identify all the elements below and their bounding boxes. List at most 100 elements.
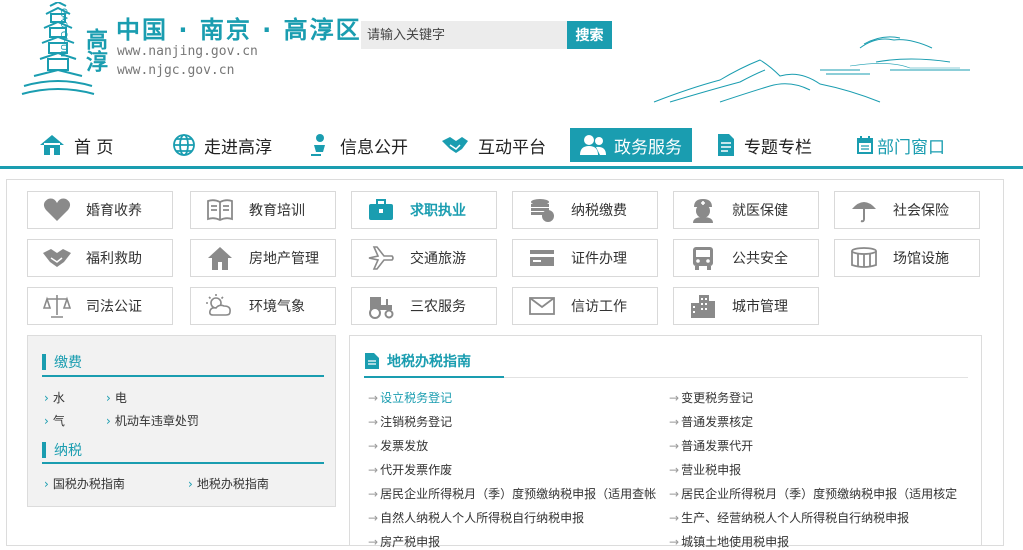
guide-link[interactable]: → 房产税申报	[368, 533, 658, 550]
nav-label: 互动平台	[478, 137, 546, 158]
service-label: 司法公证	[86, 299, 142, 315]
tax-link-local-tax-guide[interactable]: › 地税办税指南	[188, 475, 269, 492]
stadium-icon	[851, 247, 877, 268]
nav-interaction[interactable]: 互动平台	[440, 128, 546, 162]
link-label: 居民企业所得税月（季）度预缴纳税申报（适用查帐	[380, 487, 657, 501]
service-tile-public-safety[interactable]: 公共安全	[673, 239, 819, 277]
tractor-icon	[369, 297, 394, 319]
guide-link[interactable]: → 居民企业所得税月（季）度预缴纳税申报（适用核定	[669, 485, 959, 502]
service-label: 婚育收养	[86, 203, 142, 219]
guide-link[interactable]: → 普通发票核定	[669, 413, 959, 430]
guide-link[interactable]: → 城镇土地使用税申报	[669, 533, 959, 550]
service-tile-petitions[interactable]: 信访工作	[512, 287, 658, 325]
section-title-tax: 纳税	[42, 440, 82, 460]
service-tile-social-insurance[interactable]: 社会保险	[834, 191, 980, 229]
guide-link[interactable]: → 居民企业所得税月（季）度预缴纳税申报（适用查帐	[368, 485, 658, 502]
site-url-gaochun[interactable]: www.njgc.gov.cn	[117, 63, 234, 78]
guide-link[interactable]: → 发票发放	[368, 437, 658, 454]
guide-link[interactable]: → 普通发票代开	[669, 437, 959, 454]
service-label: 就医保健	[732, 203, 788, 219]
link-label: 水	[52, 391, 65, 405]
person-info-icon	[311, 134, 325, 156]
fee-link-water[interactable]: › 水	[44, 389, 65, 406]
book-icon	[207, 199, 233, 222]
nav-info-disclosure[interactable]: 信息公开	[308, 128, 408, 162]
document-icon	[365, 353, 379, 369]
calendar-icon	[857, 136, 873, 154]
buildings-icon	[691, 295, 715, 318]
service-tile-employment[interactable]: 求职执业	[351, 191, 497, 229]
guide-link[interactable]: → 变更税务登记	[669, 389, 959, 406]
search-input[interactable]	[361, 21, 567, 49]
section-divider	[42, 462, 324, 464]
nav-label: 部门窗口	[877, 137, 945, 158]
nav-home[interactable]: 首 页	[38, 128, 113, 162]
search-button[interactable]: 搜索	[567, 21, 612, 49]
airplane-icon	[368, 246, 394, 270]
link-label: 居民企业所得税月（季）度预缴纳税申报（适用核定	[681, 487, 958, 501]
section-divider	[42, 375, 324, 377]
guide-link[interactable]: → 设立税务登记	[368, 389, 658, 406]
service-tile-real-estate[interactable]: 房地产管理	[190, 239, 336, 277]
nav-government-services[interactable]: 政务服务	[570, 128, 692, 162]
nav-divider	[0, 166, 1023, 169]
guide-link[interactable]: → 自然人纳税人个人所得税自行纳税申报	[368, 509, 658, 526]
fee-link-gas[interactable]: › 气	[44, 412, 65, 429]
nav-label: 专题专栏	[744, 137, 812, 158]
site-title[interactable]: 中国 · 南京 · 高淳区	[116, 10, 362, 45]
link-label: 地税办税指南	[196, 477, 269, 491]
heart-icon	[43, 198, 71, 221]
section-marker	[42, 442, 46, 458]
service-label: 三农服务	[410, 299, 466, 315]
logo-pinyin: GAO CHUN	[58, 8, 68, 58]
service-tile-transport-travel[interactable]: 交通旅游	[351, 239, 497, 277]
link-label: 电	[114, 391, 127, 405]
link-label: 国税办税指南	[52, 477, 125, 491]
service-tile-certificates[interactable]: 证件办理	[512, 239, 658, 277]
service-label: 求职执业	[410, 203, 466, 219]
tab-underline	[364, 376, 504, 378]
link-label: 生产、经营纳税人个人所得税自行纳税申报	[681, 511, 910, 525]
link-label: 机动车违章处罚	[114, 414, 199, 428]
tab-local-tax-guide[interactable]: 地税办税指南	[364, 346, 471, 376]
service-label: 教育培训	[249, 203, 305, 219]
link-label: 气	[52, 414, 65, 428]
link-label: 设立税务登记	[380, 391, 453, 405]
service-label: 福利救助	[86, 251, 142, 267]
nav-label: 政务服务	[614, 137, 682, 158]
link-label: 普通发票核定	[681, 415, 754, 429]
coins-icon	[531, 199, 554, 222]
handshake-icon	[43, 249, 71, 267]
mountain-landscape-decoration	[653, 36, 970, 103]
link-label: 房产税申报	[380, 535, 441, 549]
nurse-icon	[693, 199, 713, 223]
tax-link-national-tax-guide[interactable]: › 国税办税指南	[44, 475, 125, 492]
nav-about-gaochun[interactable]: 走进高淳	[172, 128, 272, 162]
nav-special-topics[interactable]: 专题专栏	[716, 128, 812, 162]
site-url-nanjing[interactable]: www.nanjing.gov.cn	[117, 44, 258, 59]
globe-icon	[173, 134, 195, 156]
service-tile-medical[interactable]: 就医保健	[673, 191, 819, 229]
guide-link[interactable]: → 营业税申报	[669, 461, 959, 478]
fee-link-electricity[interactable]: › 电	[106, 389, 127, 406]
service-tile-city-management[interactable]: 城市管理	[673, 287, 819, 325]
briefcase-icon	[369, 199, 393, 220]
fee-link-traffic-fine[interactable]: › 机动车违章处罚	[106, 412, 199, 429]
guide-link[interactable]: → 注销税务登记	[368, 413, 658, 430]
service-label: 交通旅游	[410, 251, 466, 267]
service-tile-weather[interactable]: 环境气象	[190, 287, 336, 325]
service-tile-justice[interactable]: 司法公证	[27, 287, 173, 325]
section-label: 缴费	[54, 355, 82, 371]
service-tile-education[interactable]: 教育培训	[190, 191, 336, 229]
guide-link[interactable]: → 生产、经营纳税人个人所得税自行纳税申报	[669, 509, 959, 526]
weather-icon	[206, 294, 231, 316]
service-label: 城市管理	[732, 299, 788, 315]
service-tile-marriage[interactable]: 婚育收养	[27, 191, 173, 229]
nav-department-windows[interactable]: 部门窗口	[856, 128, 945, 162]
service-tile-venues[interactable]: 场馆设施	[834, 239, 980, 277]
guide-link[interactable]: → 代开发票作废	[368, 461, 658, 478]
service-tile-tax[interactable]: 纳税缴费	[512, 191, 658, 229]
service-tile-welfare[interactable]: 福利救助	[27, 239, 173, 277]
nav-label: 信息公开	[340, 137, 408, 158]
service-tile-agriculture[interactable]: 三农服务	[351, 287, 497, 325]
